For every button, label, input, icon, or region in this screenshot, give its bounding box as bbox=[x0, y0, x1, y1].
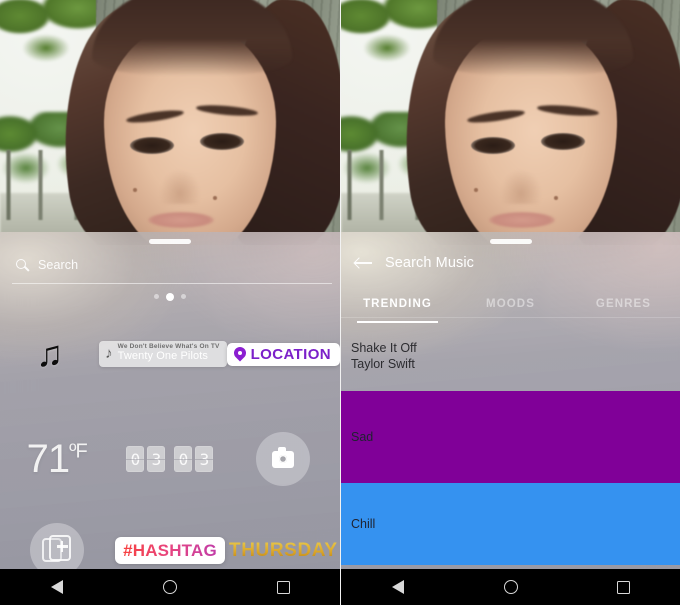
lips bbox=[489, 212, 555, 228]
temperature-value: 71 bbox=[26, 437, 70, 481]
search-bar[interactable]: Search bbox=[16, 252, 324, 278]
back-triangle-icon bbox=[50, 580, 63, 594]
tabs-divider bbox=[341, 317, 680, 318]
music-track-sticker[interactable]: ♪ We Don't Believe What's On TV Twenty O… bbox=[99, 341, 227, 367]
left-screen: Search ♫ ♪ We Don't Believe What's On TV bbox=[0, 0, 340, 605]
selfie-photo bbox=[341, 0, 680, 245]
sticker-music-note-cell[interactable]: ♫ bbox=[0, 336, 99, 372]
music-note-icon[interactable]: ♫ bbox=[36, 336, 63, 372]
nav-home-button[interactable] bbox=[148, 569, 192, 605]
location-label: LOCATION bbox=[250, 345, 331, 363]
sticker-clock-cell[interactable]: 0 3 0 3 bbox=[113, 446, 226, 472]
clock-sticker[interactable]: 0 3 0 3 bbox=[126, 446, 214, 472]
eye-left bbox=[471, 137, 515, 154]
tab-moods[interactable]: MOODS bbox=[454, 290, 567, 318]
clock-digit: 0 bbox=[174, 446, 193, 472]
eye-left bbox=[130, 137, 174, 154]
clock-digit: 3 bbox=[195, 446, 214, 472]
sticker-temperature-cell[interactable]: 71ºF bbox=[0, 439, 113, 479]
sheet-drag-handle[interactable] bbox=[149, 239, 191, 244]
song-title: Shake It Off bbox=[351, 341, 417, 355]
search-divider bbox=[12, 283, 332, 284]
tab-genres[interactable]: GENRES bbox=[567, 290, 680, 318]
sticker-row-2: 71ºF 0 3 0 3 bbox=[0, 420, 340, 498]
camera-sticker-button[interactable] bbox=[256, 432, 311, 486]
location-pin-icon bbox=[231, 344, 249, 362]
nav-home-button[interactable] bbox=[489, 569, 533, 605]
nav-back-button[interactable] bbox=[35, 569, 79, 605]
hashtag-label: #HASHTAG bbox=[123, 540, 217, 560]
mole bbox=[213, 196, 217, 200]
sheet-drag-handle[interactable] bbox=[489, 239, 532, 244]
back-triangle-icon bbox=[391, 580, 404, 594]
hashtag-sticker[interactable]: #HASHTAG bbox=[115, 536, 225, 564]
temperature-unit: ºF bbox=[69, 440, 88, 463]
selfie-photo bbox=[0, 0, 340, 245]
android-nav-bar-right bbox=[341, 569, 680, 605]
nose bbox=[160, 170, 200, 204]
pager-dot[interactable] bbox=[154, 294, 159, 299]
clock-digit: 0 bbox=[126, 446, 145, 472]
hair-top bbox=[92, 0, 292, 76]
page-title: Search Music bbox=[385, 255, 475, 271]
eye-right bbox=[200, 133, 244, 150]
search-music-sheet: Search Music TRENDING MOODS GENRES Shake… bbox=[341, 232, 680, 569]
recents-square-icon bbox=[276, 580, 290, 594]
weekday-sticker[interactable]: THURSDAY bbox=[229, 541, 338, 560]
sticker-hashtag-cell[interactable]: #HASHTAG bbox=[113, 536, 226, 564]
temperature-sticker[interactable]: 71ºF bbox=[26, 437, 88, 481]
music-track-artist: Twenty One Pilots bbox=[117, 350, 208, 363]
mole bbox=[554, 196, 558, 200]
back-arrow-icon[interactable] bbox=[353, 256, 372, 270]
sticker-camera-cell[interactable] bbox=[227, 432, 340, 486]
song-list-item[interactable]: Shake It Off Taylor Swift bbox=[351, 340, 417, 372]
sticker-sheet: Search ♫ ♪ We Don't Believe What's On TV bbox=[0, 232, 340, 577]
music-tabs: TRENDING MOODS GENRES bbox=[341, 290, 680, 323]
right-screen: Search Music TRENDING MOODS GENRES Shake… bbox=[340, 0, 680, 605]
hair-top bbox=[433, 0, 633, 76]
recents-square-icon bbox=[617, 580, 630, 594]
tab-trending[interactable]: TRENDING bbox=[341, 290, 454, 323]
music-note-icon: ♪ bbox=[105, 344, 113, 362]
location-sticker[interactable]: LOCATION bbox=[226, 342, 340, 366]
camera-icon bbox=[272, 447, 295, 468]
eye-right bbox=[541, 133, 585, 150]
lips bbox=[148, 212, 214, 228]
home-circle-icon bbox=[162, 580, 177, 594]
sticker-location-cell[interactable]: LOCATION bbox=[226, 342, 340, 366]
mood-band-sad[interactable]: Sad bbox=[341, 391, 680, 483]
sticker-row-1: ♫ ♪ We Don't Believe What's On TV Twenty… bbox=[0, 324, 340, 384]
sticker-weekday-cell[interactable]: THURSDAY bbox=[227, 541, 340, 560]
mole bbox=[133, 188, 137, 192]
home-circle-icon bbox=[503, 580, 518, 594]
search-music-header: Search Music bbox=[353, 250, 666, 276]
clock-digit: 3 bbox=[147, 446, 166, 472]
nav-recents-button[interactable] bbox=[602, 569, 646, 605]
mole bbox=[474, 188, 478, 192]
music-track-text: We Don't Believe What's On TV Twenty One… bbox=[117, 343, 220, 363]
mood-band-label: Chill bbox=[351, 517, 376, 531]
search-input[interactable]: Search bbox=[38, 258, 78, 272]
search-icon bbox=[16, 258, 30, 272]
add-photo-icon bbox=[41, 535, 72, 565]
android-nav-bar-left bbox=[0, 569, 340, 605]
sticker-music-track-cell[interactable]: ♪ We Don't Believe What's On TV Twenty O… bbox=[99, 341, 227, 367]
screenshot-stage: Search ♫ ♪ We Don't Believe What's On TV bbox=[0, 0, 680, 605]
mood-band-chill[interactable]: Chill bbox=[341, 483, 680, 565]
mood-band-label: Sad bbox=[351, 430, 374, 444]
nav-back-button[interactable] bbox=[376, 569, 420, 605]
pager-dots[interactable] bbox=[0, 292, 340, 301]
song-artist: Taylor Swift bbox=[351, 357, 415, 371]
nav-recents-button[interactable] bbox=[261, 569, 305, 605]
nose bbox=[501, 170, 541, 204]
pager-dot-active[interactable] bbox=[166, 292, 174, 301]
pager-dot[interactable] bbox=[181, 294, 186, 299]
